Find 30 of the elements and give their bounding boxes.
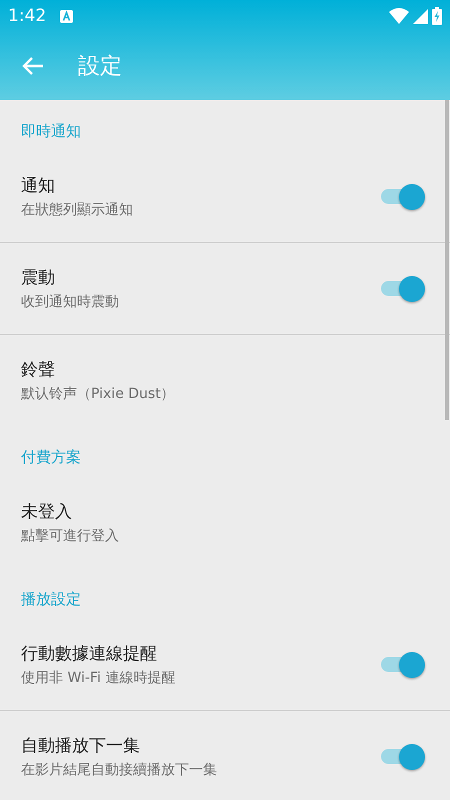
item-title: 通知 (21, 175, 56, 197)
item-title: 未登入 (21, 501, 73, 523)
settings-item[interactable]: 自動播放下一集 在影片結尾自動接續播放下一集 (0, 711, 450, 800)
toggle-switch[interactable] (381, 744, 425, 770)
toggle-switch[interactable] (381, 652, 425, 678)
item-title: 鈴聲 (21, 359, 56, 381)
item-subtitle: 收到通知時震動 (21, 293, 120, 311)
item-title: 行動數據連線提醒 (21, 643, 158, 665)
toggle-switch[interactable] (381, 276, 425, 302)
back-button[interactable] (22, 56, 44, 76)
status-time: 1:42 (8, 6, 46, 26)
section-header: 播放設定 (20, 589, 82, 610)
section-header: 即時通知 (20, 121, 82, 142)
toggle-switch[interactable] (381, 184, 425, 210)
section-header: 付費方案 (20, 447, 82, 468)
page-title: 設定 (78, 53, 122, 81)
settings-item[interactable]: 鈴聲 默认铃声（Pixie Dust） (0, 335, 450, 426)
wifi-icon (389, 8, 409, 24)
battery-charging-icon (432, 7, 442, 25)
item-subtitle: 使用非 Wi-Fi 連線時提醒 (21, 669, 176, 687)
notification-icon (60, 10, 74, 22)
signal-icon (413, 8, 428, 24)
item-subtitle: 在狀態列顯示通知 (21, 201, 134, 219)
item-subtitle: 在影片結尾自動接續播放下一集 (21, 761, 218, 779)
item-subtitle: 點擊可進行登入 (21, 527, 120, 545)
item-title: 震動 (21, 267, 56, 289)
item-subtitle: 默认铃声（Pixie Dust） (21, 385, 176, 403)
settings-item[interactable]: 未登入 點擊可進行登入 (0, 477, 450, 568)
settings-item[interactable]: 行動數據連線提醒 使用非 Wi-Fi 連線時提醒 (0, 619, 450, 711)
item-title: 自動播放下一集 (21, 735, 141, 757)
